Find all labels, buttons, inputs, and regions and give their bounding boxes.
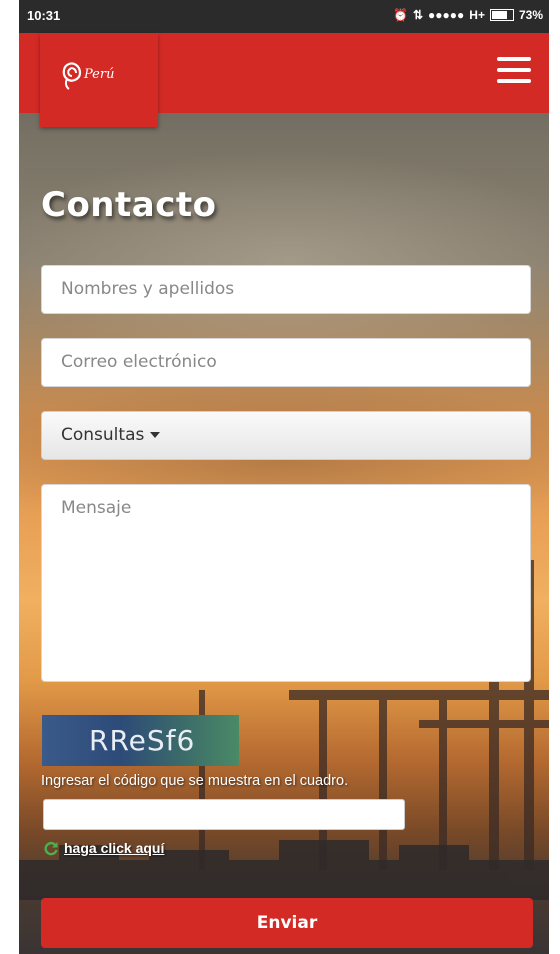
captcha-input[interactable] (43, 799, 405, 830)
submit-button[interactable]: Enviar (41, 898, 533, 948)
data-arrows-icon: ⇅ (412, 8, 424, 22)
refresh-captcha-link[interactable]: haga click aquí (43, 840, 164, 856)
phone-screen: 10:31 ⏰ ⇅ ●●●●● H+ 73% Perú Contacto Nom… (19, 0, 549, 954)
name-field[interactable]: Nombres y apellidos (41, 265, 531, 314)
peru-logo[interactable]: Perú (40, 33, 158, 127)
caret-down-icon (150, 432, 161, 438)
status-icons: ⏰ ⇅ ●●●●● H+ 73% (393, 8, 543, 22)
status-bar: 10:31 ⏰ ⇅ ●●●●● H+ 73% (19, 0, 549, 33)
page-title: Contacto (41, 185, 217, 225)
battery-percent: 73% (518, 8, 543, 22)
captcha-image: RReSf6 (42, 715, 239, 766)
logo-wordmark: Perú (83, 67, 114, 82)
captcha-code: RReSf6 (89, 724, 196, 757)
subject-dropdown-value: Consultas (61, 425, 145, 445)
refresh-label: haga click aquí (64, 840, 165, 856)
alarm-icon: ⏰ (393, 8, 408, 22)
network-type: H+ (469, 8, 485, 22)
message-textarea[interactable]: Mensaje (41, 484, 531, 682)
email-field[interactable]: Correo electrónico (41, 338, 531, 387)
captcha-label: Ingresar el código que se muestra en el … (41, 773, 349, 789)
peru-logo-icon: Perú (62, 62, 114, 90)
refresh-icon (44, 841, 58, 856)
hamburger-menu-icon[interactable] (497, 57, 531, 87)
signal-dots-icon: ●●●●● (428, 8, 465, 22)
subject-dropdown[interactable]: Consultas (41, 411, 531, 460)
status-time: 10:31 (27, 8, 61, 23)
battery-icon (489, 9, 514, 21)
